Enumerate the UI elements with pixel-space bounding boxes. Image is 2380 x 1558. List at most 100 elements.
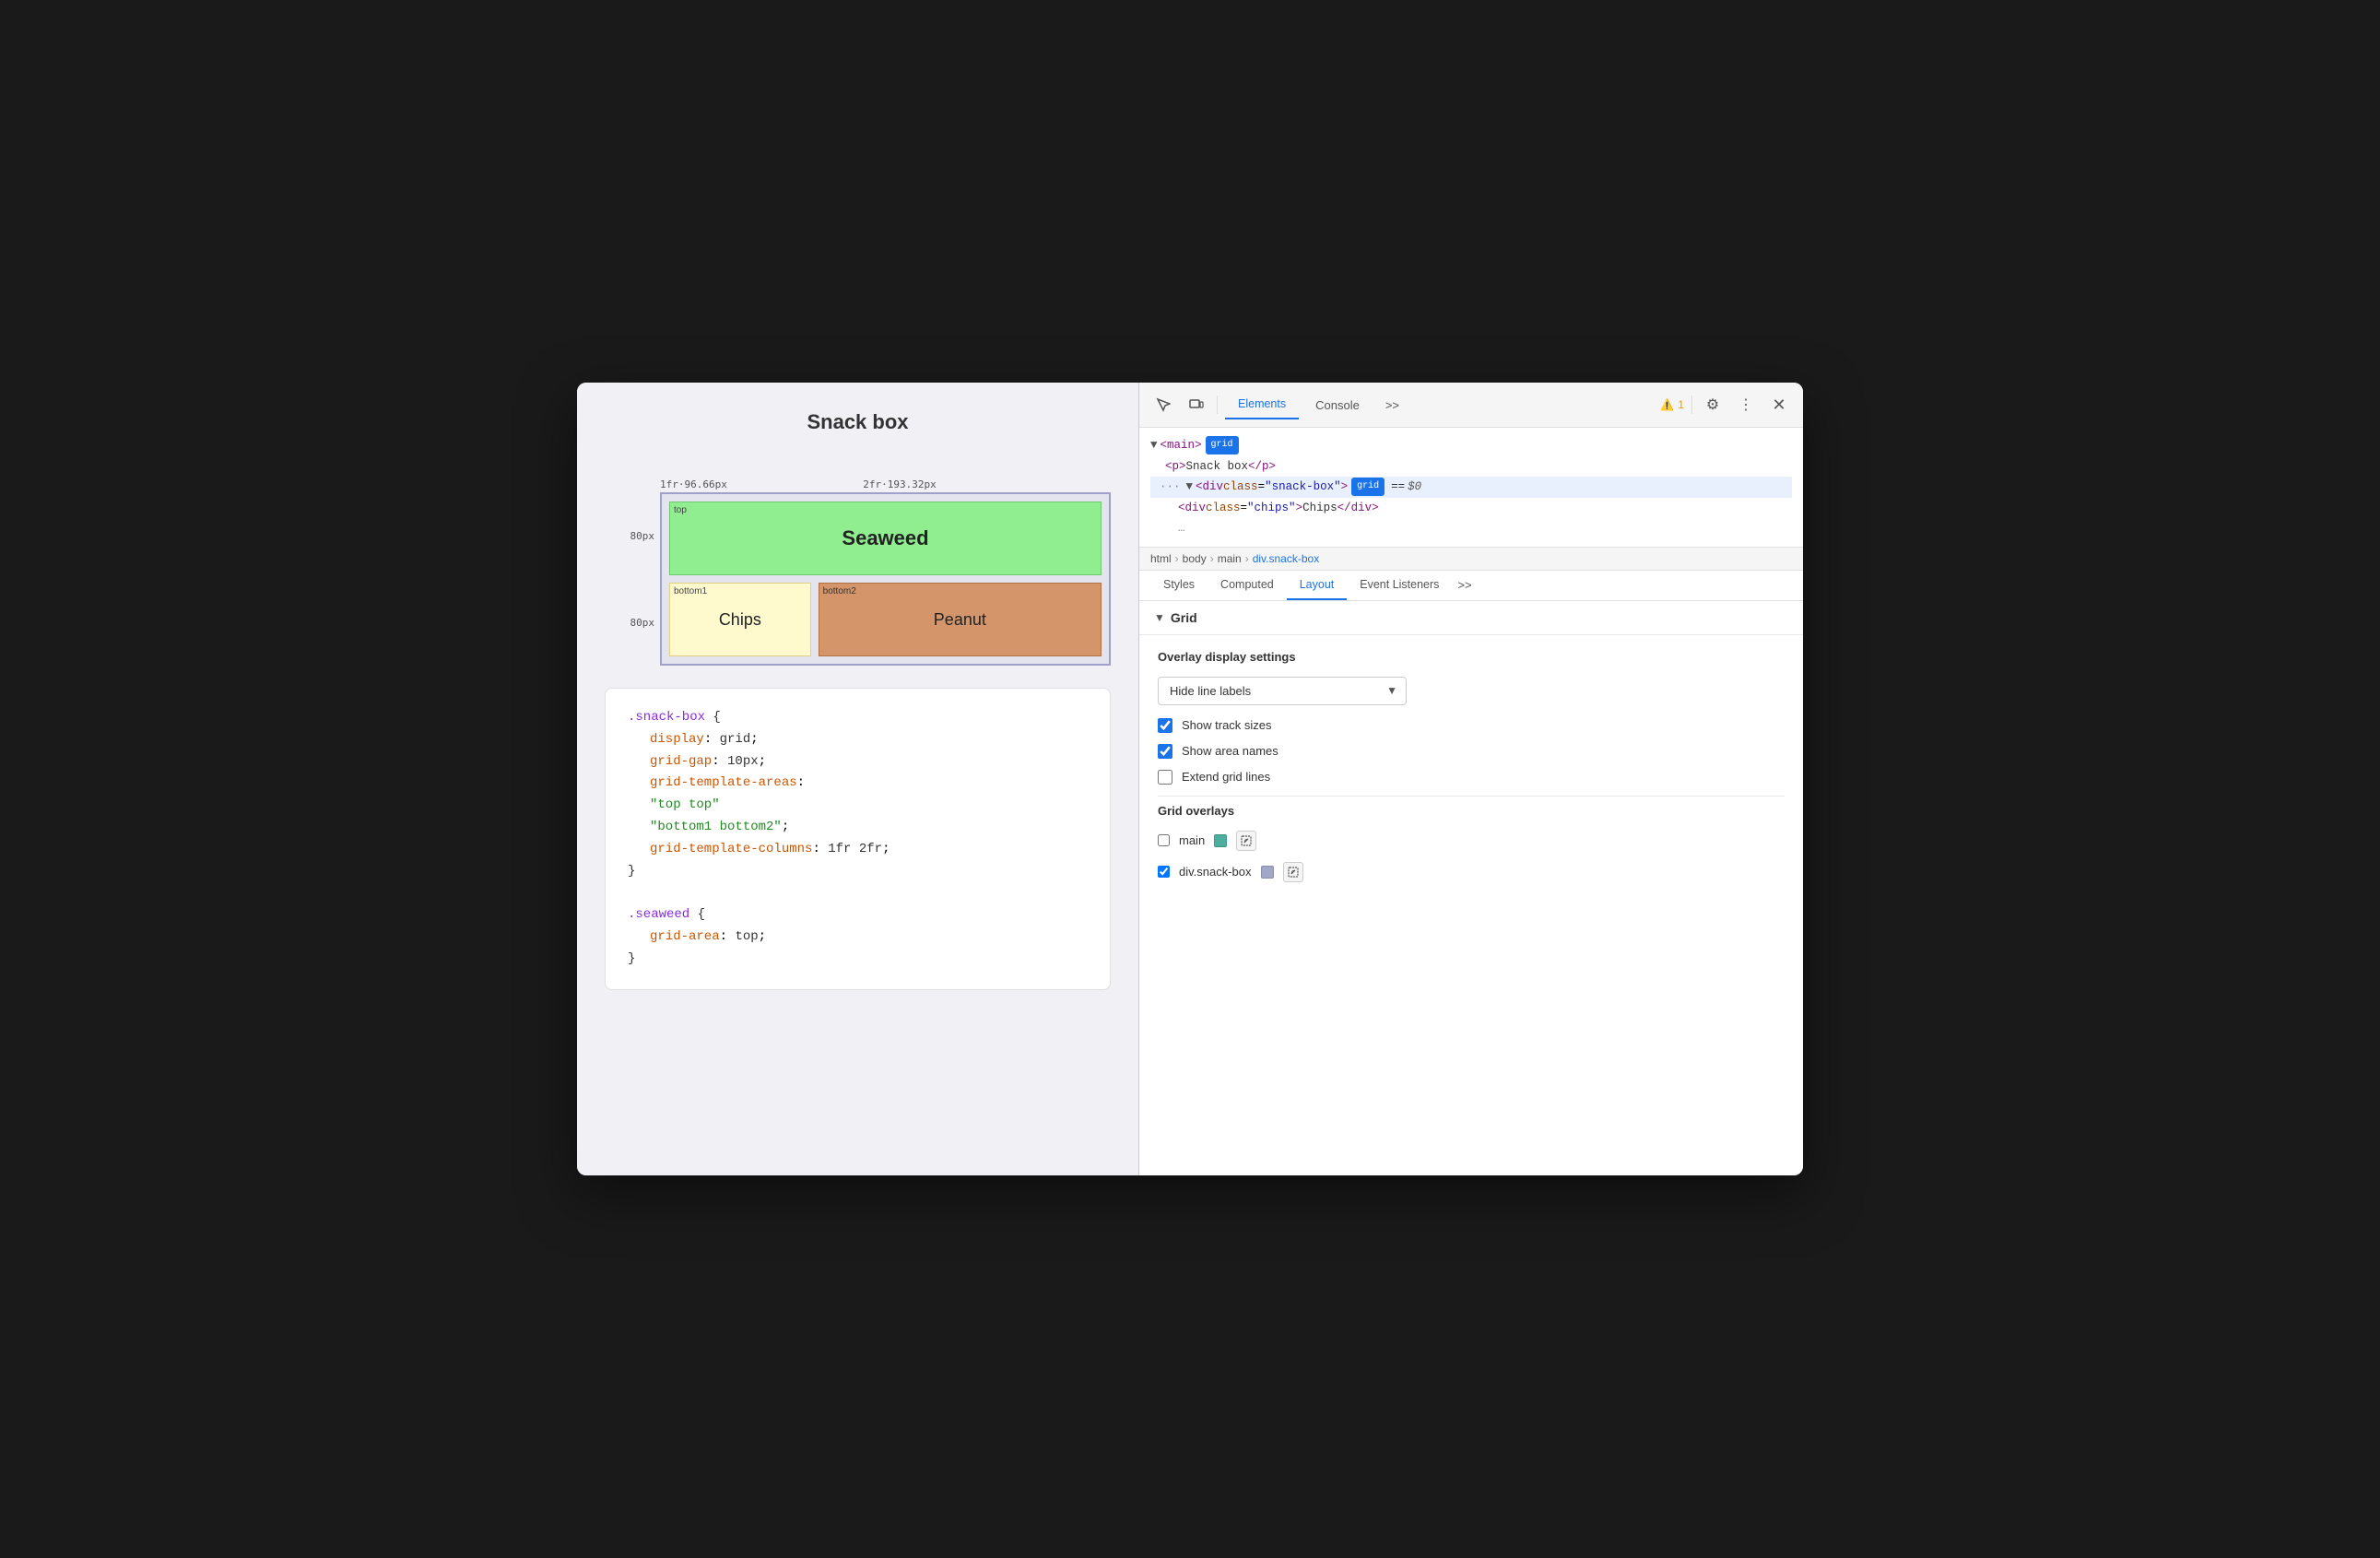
area-label-bottom2: bottom2: [823, 586, 856, 596]
grid-section-content: Overlay display settings Hide line label…: [1139, 635, 1803, 908]
settings-button[interactable]: ⚙: [1700, 392, 1726, 418]
code-block: .snack-box { display: grid; grid-gap: 10…: [605, 688, 1111, 990]
overlays-title: Grid overlays: [1158, 804, 1785, 818]
tab-more-tabs[interactable]: >>: [1376, 395, 1408, 416]
tab-computed[interactable]: Computed: [1208, 571, 1287, 600]
extend-lines-checkbox[interactable]: [1158, 770, 1172, 785]
dom-line-chips: <div class="chips">Chips</div>: [1150, 498, 1792, 519]
panel-tabs: Styles Computed Layout Event Listeners >…: [1139, 571, 1803, 601]
overlay-main-row: main: [1158, 831, 1785, 851]
overlay-snackbox-checkbox[interactable]: [1158, 866, 1170, 878]
close-devtools-button[interactable]: ✕: [1766, 392, 1792, 418]
toolbar-separator-2: [1691, 395, 1692, 414]
dom-tree: ▼ <main> grid <p>Snack box</p> ··· ▼ <di…: [1139, 428, 1803, 548]
track-sizes-checkbox[interactable]: [1158, 718, 1172, 733]
inspector-icon-button[interactable]: [1150, 392, 1176, 418]
overlay-snackbox-color-swatch[interactable]: [1261, 866, 1274, 879]
breadcrumb-body[interactable]: body: [1183, 552, 1207, 565]
extend-lines-row: Extend grid lines: [1158, 770, 1785, 785]
grid-cell-seaweed: top Seaweed: [669, 502, 1102, 575]
dom-equals: ==: [1391, 477, 1405, 498]
overlay-main-label: main: [1179, 833, 1205, 847]
dom-ellipsis[interactable]: ···: [1160, 477, 1181, 498]
select-wrapper: Hide line labels Show line numbers Show …: [1158, 677, 1407, 705]
warning-count: 1: [1678, 398, 1684, 411]
grid-cell-chips: bottom1 Chips: [669, 583, 811, 656]
inspector-icon: [1156, 397, 1171, 412]
breadcrumb-html[interactable]: html: [1150, 552, 1172, 565]
device-icon: [1189, 397, 1204, 412]
overlay-snackbox-target-icon[interactable]: [1283, 862, 1303, 882]
code-line-3: grid-gap: 10px;: [628, 751, 1088, 773]
overlay-main-color-swatch[interactable]: [1214, 834, 1227, 847]
overlay-settings-title: Overlay display settings: [1158, 650, 1785, 664]
grid-preview: 1fr·96.66px 2fr·193.32px 80px 80px top S…: [605, 460, 1111, 666]
code-line-6: "bottom1 bottom2";: [628, 817, 1088, 839]
page-title: Snack box: [605, 410, 1111, 434]
warning-icon: ⚠️: [1660, 398, 1674, 411]
grid-row-label-1: 80px: [632, 530, 660, 542]
area-label-top: top: [674, 505, 687, 515]
code-line-1: .snack-box {: [628, 707, 1088, 729]
breadcrumb-main[interactable]: main: [1218, 552, 1242, 565]
code-line-12: }: [628, 949, 1088, 971]
tab-styles[interactable]: Styles: [1150, 571, 1208, 600]
overlay-snackbox-label: div.snack-box: [1179, 865, 1252, 879]
code-line-5: "top top": [628, 795, 1088, 817]
area-names-label: Show area names: [1182, 744, 1278, 758]
more-options-button[interactable]: ⋮: [1733, 392, 1759, 418]
code-line-10: .seaweed {: [628, 904, 1088, 927]
cell-top-text: Seaweed: [842, 526, 928, 550]
section-title-grid: Grid: [1171, 610, 1197, 625]
dom-line-snackbox[interactable]: ··· ▼ <div class="snack-box"> grid == $0: [1150, 477, 1792, 498]
left-panel: Snack box 1fr·96.66px 2fr·193.32px 80px …: [577, 383, 1139, 1175]
grid-cell-peanut: bottom2 Peanut: [819, 583, 1102, 656]
code-line-8: }: [628, 861, 1088, 883]
section-triangle: ▼: [1154, 611, 1165, 624]
grid-section-header[interactable]: ▼ Grid: [1139, 601, 1803, 635]
section-divider: [1158, 796, 1785, 797]
code-line-7: grid-template-columns: 1fr 2fr;: [628, 839, 1088, 861]
breadcrumb-current[interactable]: div.snack-box: [1253, 552, 1319, 565]
code-line-9: [628, 882, 1088, 904]
panel-tab-more[interactable]: >>: [1452, 571, 1477, 600]
devtools-toolbar: Elements Console >> ⚠️ 1 ⚙ ⋮ ✕: [1139, 383, 1803, 428]
cell-bottom2-text: Peanut: [934, 610, 986, 630]
line-labels-select[interactable]: Hide line labels Show line numbers Show …: [1158, 677, 1407, 705]
layout-panel: ▼ Grid Overlay display settings Hide lin…: [1139, 601, 1803, 1176]
dom-line-main: ▼ <main> grid: [1150, 435, 1792, 456]
code-line-11: grid-area: top;: [628, 927, 1088, 949]
overlay-main-target-icon[interactable]: [1236, 831, 1256, 851]
browser-window: Snack box 1fr·96.66px 2fr·193.32px 80px …: [577, 383, 1803, 1175]
tab-layout[interactable]: Layout: [1287, 571, 1348, 600]
breadcrumb: html › body › main › div.snack-box: [1139, 548, 1803, 571]
track-sizes-label: Show track sizes: [1182, 718, 1272, 732]
devtools-panel: Elements Console >> ⚠️ 1 ⚙ ⋮ ✕ ▼ <main> …: [1139, 383, 1803, 1175]
grid-badge-snackbox: grid: [1351, 478, 1384, 496]
target-icon: [1241, 835, 1252, 846]
area-names-checkbox[interactable]: [1158, 744, 1172, 759]
dom-line-p: <p>Snack box</p>: [1150, 456, 1792, 478]
area-label-bottom1: bottom1: [674, 586, 707, 596]
grid-col-label-1: 1fr·96.66px: [660, 478, 780, 490]
toolbar-separator-1: [1217, 395, 1218, 414]
overlay-main-checkbox[interactable]: [1158, 834, 1170, 846]
tab-console[interactable]: Console: [1306, 395, 1369, 416]
tab-event-listeners[interactable]: Event Listeners: [1347, 571, 1452, 600]
dom-line-more: …: [1150, 518, 1792, 539]
overlay-snackbox-row: div.snack-box: [1158, 862, 1785, 882]
device-toggle-button[interactable]: [1184, 392, 1209, 418]
tab-elements[interactable]: Elements: [1225, 390, 1299, 419]
code-line-4: grid-template-areas:: [628, 773, 1088, 795]
extend-lines-label: Extend grid lines: [1182, 770, 1270, 784]
grid-row-label-2: 80px: [632, 617, 660, 629]
warning-badge: ⚠️ 1: [1660, 398, 1684, 411]
grid-box: top Seaweed bottom1 Chips bottom2 Peanut: [660, 492, 1111, 666]
area-names-row: Show area names: [1158, 744, 1785, 759]
code-line-2: display: grid;: [628, 729, 1088, 751]
grid-badge-main: grid: [1206, 436, 1239, 454]
dom-dollar: $0: [1408, 477, 1421, 498]
track-sizes-row: Show track sizes: [1158, 718, 1785, 733]
grid-col-label-2: 2fr·193.32px: [780, 478, 1019, 490]
dropdown-row: Hide line labels Show line numbers Show …: [1158, 677, 1785, 705]
